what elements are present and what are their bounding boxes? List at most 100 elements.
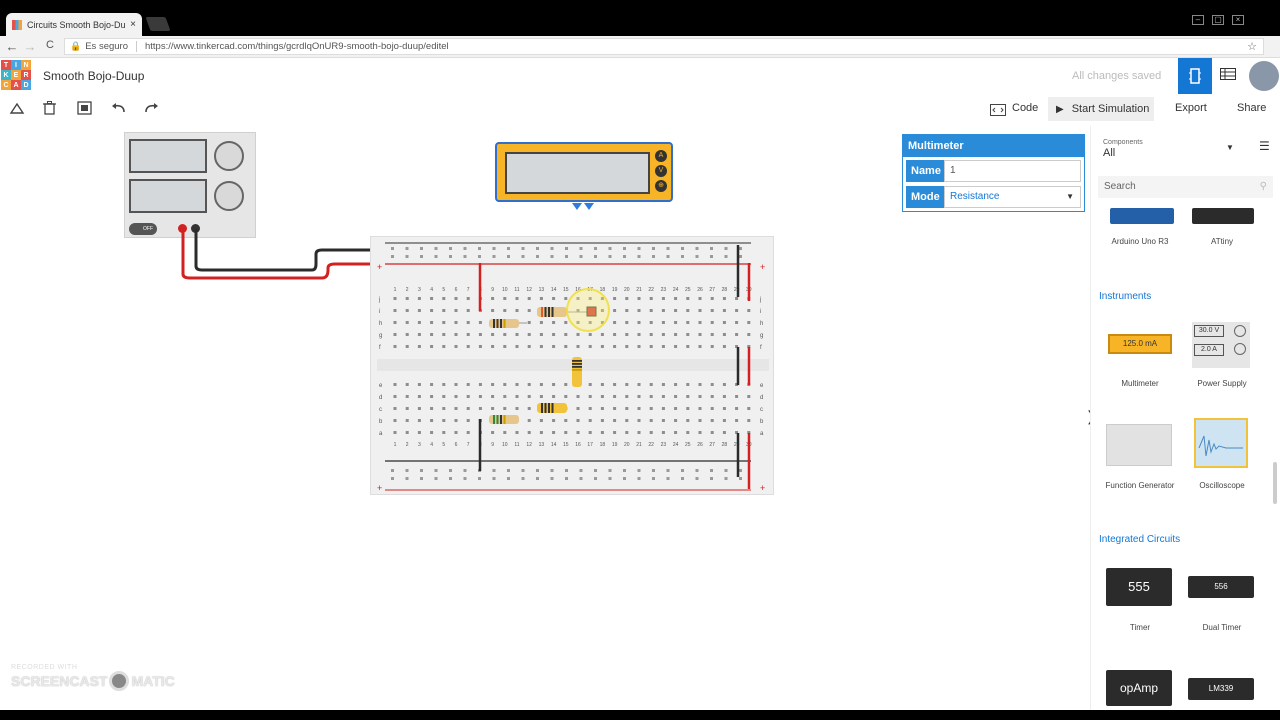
multimeter-port-a[interactable]: A [655,150,667,162]
dual-timer-556-thumbnail[interactable]: 556 [1188,576,1254,598]
breadboard-hole [710,407,714,410]
logo-letter: I [11,60,21,70]
export-button[interactable]: Export [1175,102,1207,114]
breadboard-hole [552,383,556,386]
oscilloscope-thumbnail[interactable] [1194,418,1248,468]
breadboard-hole [454,407,458,410]
breadboard-hole [503,345,507,348]
psu-negative-terminal[interactable] [191,224,200,233]
chevron-down-icon[interactable]: ▼ [1226,143,1234,152]
forward-button[interactable]: → [22,39,38,54]
breadboard-hole [710,383,714,386]
breadboard-hole [405,333,409,336]
psu-positive-terminal[interactable] [178,224,187,233]
design-title[interactable]: Smooth Bojo-Duup [43,69,144,83]
arduino-uno-thumbnail[interactable] [1110,208,1174,224]
url-text: https://www.tinkercad.com/things/gcrdlqO… [145,41,449,52]
breadboard-hole [661,333,665,336]
user-avatar[interactable] [1249,61,1279,91]
breadboard-hole [710,297,714,300]
multimeter-thumbnail[interactable]: 125.0 mA [1108,334,1172,354]
start-simulation-button[interactable]: ▶ Start Simulation [1048,97,1154,121]
restore-button[interactable]: ▢ [1212,15,1224,25]
trash-icon[interactable] [43,101,56,118]
rail-hole [507,255,510,258]
breadboard-hole [576,345,580,348]
power-supply-component[interactable]: OFF [124,132,256,238]
breadboard-hole [430,431,434,434]
mode-select[interactable]: Resistance ▼ [944,186,1081,208]
code-icon[interactable] [990,103,1006,119]
breadboard-hole [430,407,434,410]
breadboard-hole [552,345,556,348]
row-label: f [379,345,381,351]
close-window-button[interactable]: × [1232,15,1244,25]
rail-hole [550,477,554,480]
breadboard-hole [747,309,751,312]
components-filter-select[interactable]: All [1103,147,1115,159]
breadboard-hole [454,321,458,324]
rail-hole [391,477,394,480]
breadboard-hole [625,321,629,324]
list-toggle-icon[interactable]: ☰ [1259,139,1270,153]
timer-555-thumbnail[interactable]: 555 [1106,568,1172,606]
attiny-thumbnail[interactable] [1192,208,1254,224]
opamp-thumbnail[interactable]: opAmp [1106,670,1172,706]
psu-current-knob[interactable] [214,181,244,211]
mode-label: Mode [906,186,944,208]
list-view-icon[interactable] [1220,67,1236,83]
url-input[interactable]: 🔒 Es seguro https://www.tinkercad.com/th… [64,38,1264,55]
rail-hole [391,255,394,258]
breadboard-hole [393,383,397,386]
multimeter-probe-right[interactable] [584,203,594,210]
power-supply-thumbnail[interactable]: 30.0 V 2.0 A [1192,322,1250,368]
name-input[interactable]: 1 [944,160,1081,182]
column-number-label: 27 [709,287,715,293]
breadboard-hole [637,407,641,410]
redo-icon[interactable] [144,101,159,117]
share-button[interactable]: Share [1237,102,1266,114]
multimeter-component[interactable]: A V ⊕ [495,142,673,202]
lock-icon: 🔒 [70,41,82,51]
browser-tab[interactable]: Circuits Smooth Bojo-Du × [6,13,142,36]
reload-button[interactable]: C [42,39,58,51]
new-tab-button[interactable] [145,17,171,31]
row-label: e [379,383,383,389]
breadboard-hole [552,321,556,324]
lm339-thumbnail[interactable]: LM339 [1188,678,1254,700]
function-generator-thumbnail[interactable] [1106,424,1172,466]
breadboard-hole [600,383,604,386]
multimeter-port-com[interactable]: ⊕ [655,180,667,192]
breadboard-component[interactable]: ++++112233445566778899101011111212131314… [370,236,774,495]
breadboard-hole [674,297,678,300]
tab-close-icon[interactable]: × [130,19,136,30]
panel-scrollbar[interactable] [1273,462,1277,504]
breadboard-hole [625,407,629,410]
breadboard-hole [503,333,507,336]
breadboard-hole [417,345,421,348]
breadboard-hole [454,333,458,336]
rail-plus-label: + [377,483,382,493]
multimeter-port-v[interactable]: V [655,165,667,177]
breadboard-hole [503,395,507,398]
column-number-label: 11 [514,287,519,293]
column-number-label: 23 [661,442,667,448]
breadboard-hole [527,407,531,410]
circuit-view-icon[interactable] [1178,58,1212,94]
rotate-icon[interactable] [9,101,25,118]
tinkercad-logo[interactable]: TINKERCAD [1,60,31,91]
psu-power-toggle[interactable]: OFF [129,223,157,235]
minimize-button[interactable]: – [1192,15,1204,25]
search-input[interactable]: Search ⚲ [1098,176,1273,198]
fit-view-icon[interactable] [77,101,92,118]
bookmark-star-icon[interactable]: ☆ [1247,40,1257,53]
psu-voltage-knob[interactable] [214,141,244,171]
code-button[interactable]: Code [1012,102,1038,114]
back-button[interactable]: ← [4,39,20,54]
breadboard-hole [442,309,446,312]
column-number-label: 21 [636,442,642,448]
psu-current-display [129,179,207,213]
multimeter-probe-left[interactable] [572,203,582,210]
breadboard-hole [539,383,543,386]
undo-icon[interactable] [111,101,126,117]
